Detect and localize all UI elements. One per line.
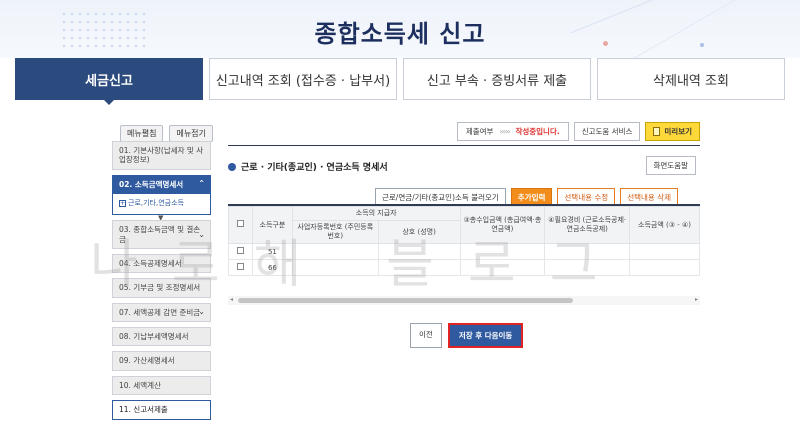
prev-button[interactable]: 이전 bbox=[410, 323, 442, 348]
bottom-navigation: 이전 저장 후 다음이동 bbox=[410, 323, 524, 348]
sidebar-item-tax-credit[interactable]: 07. 세액공제 감면 준비금 ⌄ bbox=[112, 302, 211, 322]
section-title-text: 근로 · 기타(종교인) · 연금소득 명세서 bbox=[241, 163, 388, 173]
page-title: 종합소득세 신고 bbox=[314, 20, 486, 48]
menu-expand-button[interactable]: 메뉴펼침 bbox=[120, 125, 164, 142]
sidebar-subitem-wage-other-pension[interactable]: + 근로,기타,연금소득 ▼ bbox=[112, 194, 211, 222]
income-table-container: 소득구분 소득의 지급자 ③총수입금액 (총급여액·총연금액) ④필요경비 (근… bbox=[228, 204, 700, 306]
cell-name bbox=[377, 243, 461, 261]
menu-collapse-button[interactable]: 메뉴접기 bbox=[169, 125, 213, 142]
document-icon bbox=[653, 127, 661, 136]
screen-help-button[interactable]: 화면도움말 bbox=[645, 156, 696, 175]
sidebar-item-tax-calculation[interactable]: 10. 세액계산 bbox=[112, 375, 211, 396]
tab-filing-history[interactable]: 신고내역 조회 (접수증 · 납부서) bbox=[209, 58, 397, 100]
select-all-checkbox[interactable] bbox=[236, 220, 244, 228]
cell-income-amount bbox=[629, 243, 700, 261]
cell-biz-no bbox=[291, 243, 379, 261]
col-group-payer: 소득의 지급자 bbox=[291, 206, 461, 222]
preview-label: 미리보기 bbox=[664, 127, 692, 136]
sidebar-item-total-income[interactable]: 03. 종합소득금액 및 결손금 ⌄ bbox=[112, 220, 211, 249]
scroll-left-icon[interactable]: ◂ bbox=[230, 296, 233, 303]
cell-expense bbox=[544, 259, 631, 277]
table-row[interactable]: 51 bbox=[228, 243, 700, 261]
row-select bbox=[228, 259, 253, 277]
cell-name bbox=[377, 259, 461, 277]
select-all-header bbox=[228, 206, 253, 245]
sidebar-item-deduction[interactable]: 04. 소득공제명세서 bbox=[112, 253, 211, 274]
cell-biz-no bbox=[291, 259, 379, 277]
scroll-right-icon[interactable]: ▸ bbox=[695, 296, 698, 303]
sidebar-item-prepaid-tax[interactable]: 08. 기납부세액명세서 bbox=[112, 327, 211, 347]
income-table: 소득구분 소득의 지급자 ③총수입금액 (총급여액·총연금액) ④필요경비 (근… bbox=[228, 206, 700, 277]
table-row[interactable]: 66 bbox=[228, 259, 700, 277]
sidebar-item-income-statement[interactable]: 02. 소득금액명세서 ⌃ bbox=[112, 174, 211, 195]
row-checkbox[interactable] bbox=[236, 263, 244, 271]
chevron-down-icon: ⌄ bbox=[198, 307, 205, 317]
status-label: 제출여부 bbox=[465, 127, 494, 136]
sidebar-item-basic-info[interactable]: 01. 기본사항(납세자 및 사업장정보) bbox=[112, 141, 211, 170]
filing-help-service-button[interactable]: 신고도움 서비스 bbox=[573, 122, 641, 141]
preview-button[interactable]: 미리보기 bbox=[645, 122, 700, 141]
cell-income-type: 66 bbox=[251, 259, 293, 277]
scrollbar-thumb[interactable] bbox=[238, 298, 573, 303]
sidebar-item-label: 07. 세액공제 감면 준비금 bbox=[119, 307, 201, 317]
row-select bbox=[228, 243, 253, 261]
cell-total-income bbox=[459, 259, 546, 277]
chevron-up-icon: ⌃ bbox=[198, 179, 205, 189]
col-expense: ④필요경비 (근로소득공제· 연금소득공제) bbox=[544, 206, 631, 245]
main-tabs: 세금신고 신고내역 조회 (접수증 · 납부서) 신고 부속 · 증빙서류 제출… bbox=[15, 58, 785, 105]
sidebar-item-submit[interactable]: 11. 신고서제출 bbox=[112, 400, 211, 420]
top-toolbar: 제출여부 ››››› 작성중입니다. 신고도움 서비스 미리보기 bbox=[415, 122, 700, 141]
divider bbox=[228, 145, 700, 146]
sidebar-item-penalty-tax[interactable]: 09. 가산세명세서 bbox=[112, 351, 211, 371]
main-content: 제출여부 ››››› 작성중입니다. 신고도움 서비스 미리보기 근로 · 기타… bbox=[228, 122, 700, 305]
col-biz-no: 사업자등록번호 (주민등록번호) bbox=[291, 220, 379, 245]
sidebar-item-donation[interactable]: 05. 기부금 및 조정명세서 bbox=[112, 278, 211, 298]
col-income-amount: 소득금액 (③ - ④) bbox=[629, 206, 700, 245]
cell-expense bbox=[544, 243, 631, 261]
section-title: 근로 · 기타(종교인) · 연금소득 명세서 bbox=[228, 160, 700, 173]
save-next-button[interactable]: 저장 후 다음이동 bbox=[447, 323, 524, 348]
plus-box-icon: + bbox=[119, 200, 126, 208]
tab-deleted-history[interactable]: 삭제내역 조회 bbox=[597, 58, 785, 100]
page-header: 종합소득세 신고 bbox=[0, 0, 800, 58]
cell-total-income bbox=[459, 243, 546, 261]
row-checkbox[interactable] bbox=[236, 247, 244, 255]
sidebar-item-label: 02. 소득금액명세서 bbox=[119, 179, 184, 189]
col-name: 상호 (성명) bbox=[377, 220, 461, 245]
horizontal-scrollbar[interactable]: ◂ ▸ bbox=[228, 296, 700, 305]
status-value: 작성중입니다. bbox=[515, 127, 560, 136]
sidebar-item-label: 03. 종합소득금액 및 결손금 bbox=[119, 225, 201, 244]
cell-income-amount bbox=[629, 259, 700, 277]
tab-attachment-submit[interactable]: 신고 부속 · 증빙서류 제출 bbox=[403, 58, 591, 100]
chevron-down-icon: ⌄ bbox=[198, 229, 205, 239]
sidebar-toggle-group: 메뉴펼침 메뉴접기 bbox=[120, 125, 213, 142]
col-income-type: 소득구분 bbox=[251, 206, 293, 245]
status-arrows: ››››› bbox=[499, 127, 510, 136]
sidebar-subitem-label: 근로,기타,연금소득 bbox=[128, 199, 184, 208]
tab-tax-filing[interactable]: 세금신고 bbox=[15, 58, 203, 105]
col-total-income: ③총수입금액 (총급여액·총연금액) bbox=[459, 206, 546, 245]
sidebar: 01. 기본사항(납세자 및 사업장정보) 02. 소득금액명세서 ⌃ + 근로,… bbox=[112, 141, 211, 425]
cell-income-type: 51 bbox=[251, 243, 293, 261]
submit-status: 제출여부 ››››› 작성중입니다. bbox=[456, 122, 569, 141]
bullet-icon bbox=[228, 162, 236, 171]
